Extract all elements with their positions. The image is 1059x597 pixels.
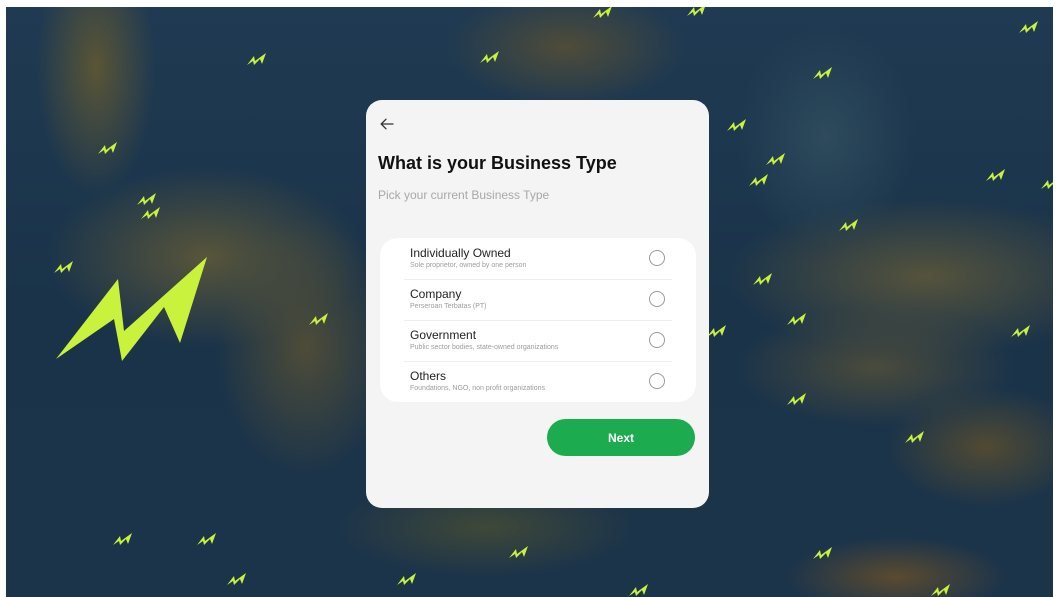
lightning-bolt-icon bbox=[813, 547, 832, 559]
option-label: Others bbox=[410, 369, 447, 383]
radio-unchecked-icon[interactable] bbox=[649, 373, 665, 389]
lightning-bolt-icon bbox=[113, 533, 132, 545]
option-label: Individually Owned bbox=[410, 246, 511, 260]
option-description: Public sector bodies, state-owned organi… bbox=[410, 344, 559, 351]
lightning-bolt-icon bbox=[753, 273, 772, 285]
lightning-bolt-icon bbox=[309, 313, 328, 325]
option-description: Perseroan Terbatas (PT) bbox=[410, 303, 487, 310]
lightning-bolt-icon bbox=[986, 169, 1005, 181]
lightning-bolt-icon bbox=[707, 325, 726, 337]
lightning-bolt-icon bbox=[480, 51, 499, 63]
lightning-bolt-icon bbox=[593, 7, 612, 18]
lightning-bolt-icon bbox=[1041, 180, 1053, 189]
back-button[interactable] bbox=[378, 116, 396, 132]
lightning-bolt-icon bbox=[397, 573, 416, 585]
page-title: What is your Business Type bbox=[378, 153, 617, 173]
option-label: Company bbox=[410, 287, 462, 301]
lightning-bolt-icon bbox=[787, 393, 806, 405]
lightning-bolt-icon bbox=[749, 174, 768, 186]
option-others[interactable]: Others Foundations, NGO, non profit orga… bbox=[380, 361, 696, 402]
arrow-left-icon bbox=[380, 118, 394, 130]
option-description: Sole proprietor, owned by one person bbox=[410, 262, 527, 269]
next-button[interactable]: Next bbox=[547, 419, 695, 456]
large-lightning-bolt-icon bbox=[56, 257, 207, 361]
option-description: Foundations, NGO, non profit organizatio… bbox=[410, 385, 546, 392]
lightning-bolt-icon bbox=[629, 584, 648, 596]
radio-unchecked-icon[interactable] bbox=[649, 291, 665, 307]
business-type-options: Individually Owned Sole proprietor, owne… bbox=[380, 238, 696, 402]
lightning-bolt-icon bbox=[687, 7, 705, 16]
lightning-bolt-icon bbox=[1019, 21, 1038, 33]
lightning-bolt-icon bbox=[137, 193, 156, 205]
option-government[interactable]: Government Public sector bodies, state-o… bbox=[380, 320, 696, 361]
lightning-bolt-icon bbox=[98, 142, 117, 154]
lightning-bolt-icon bbox=[766, 153, 785, 165]
page-subtitle: Pick your current Business Type bbox=[378, 188, 550, 202]
lightning-bolt-icon bbox=[931, 584, 950, 596]
lightning-bolt-icon bbox=[905, 431, 924, 443]
lightning-bolt-icon bbox=[227, 573, 246, 585]
lightning-bolt-icon bbox=[141, 207, 160, 219]
lightning-bolt-icon bbox=[1011, 325, 1030, 337]
lightning-bolt-icon bbox=[727, 119, 746, 131]
radio-unchecked-icon[interactable] bbox=[649, 250, 665, 266]
lightning-bolt-icon bbox=[247, 53, 266, 65]
option-individually-owned[interactable]: Individually Owned Sole proprietor, owne… bbox=[380, 238, 696, 279]
lightning-bolt-icon bbox=[813, 67, 832, 79]
lightning-bolt-icon bbox=[197, 533, 216, 545]
lightning-bolt-icon bbox=[787, 313, 806, 325]
option-label: Government bbox=[410, 328, 477, 342]
option-company[interactable]: Company Perseroan Terbatas (PT) bbox=[380, 279, 696, 320]
radio-unchecked-icon[interactable] bbox=[649, 332, 665, 348]
lightning-bolt-icon bbox=[839, 219, 858, 231]
lightning-bolt-icon bbox=[54, 261, 73, 273]
lightning-bolt-icon bbox=[509, 546, 528, 558]
business-type-card: What is your Business Type Pick your cur… bbox=[366, 100, 709, 508]
